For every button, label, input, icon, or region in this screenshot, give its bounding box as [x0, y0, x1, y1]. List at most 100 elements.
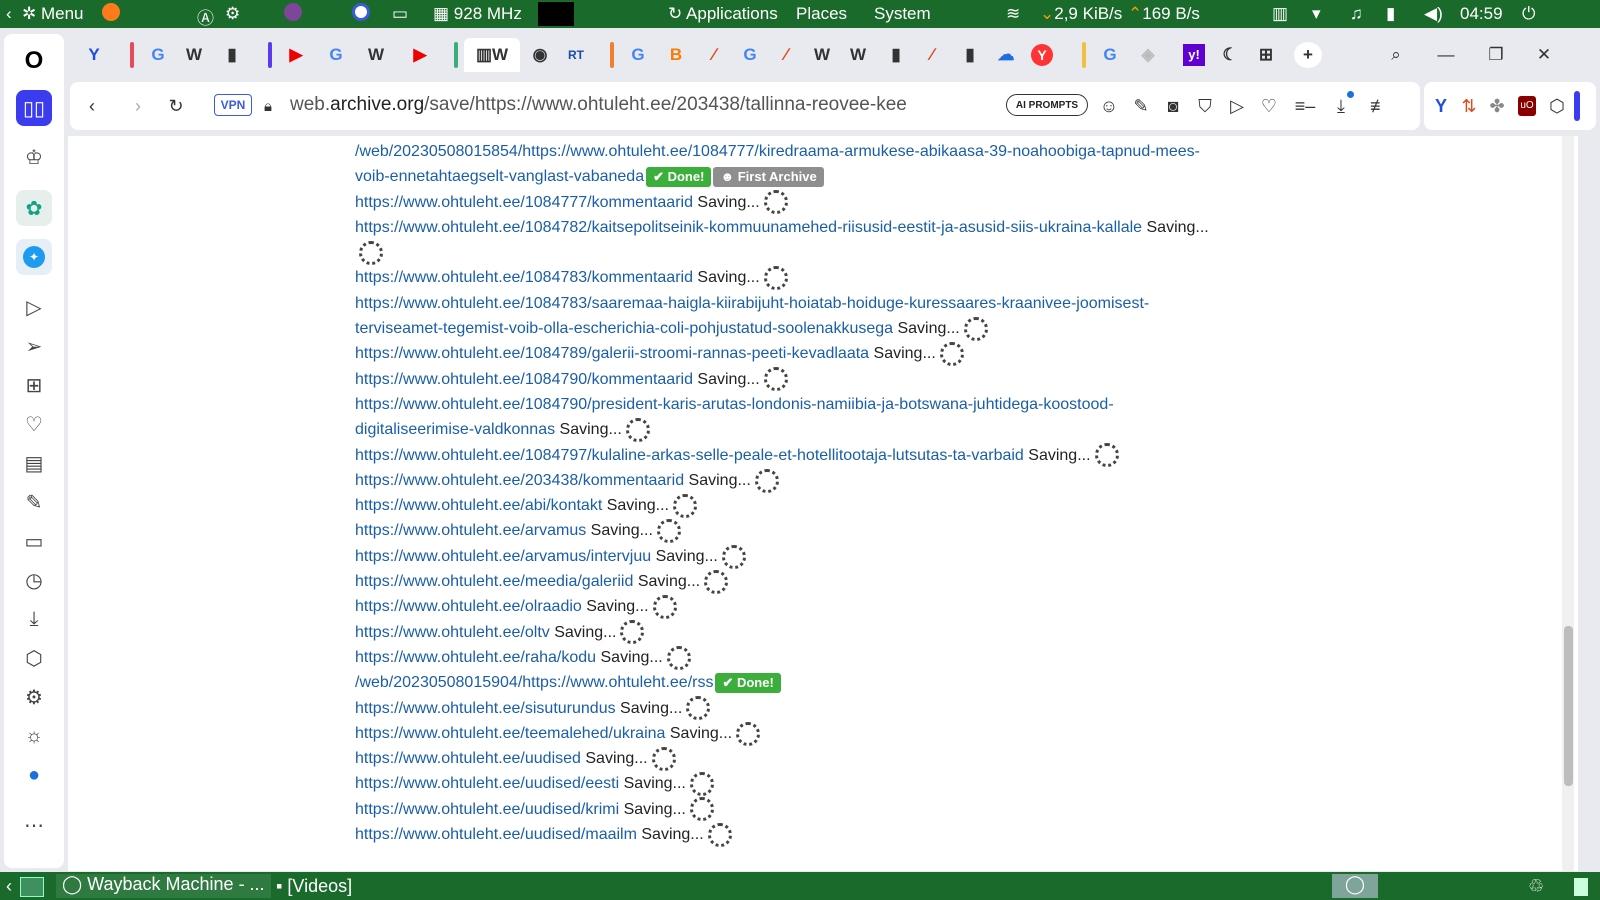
settings-icon[interactable]: ⚙	[225, 4, 240, 24]
extensions-cube-icon[interactable]: ⬡	[1546, 94, 1568, 118]
battery-icon[interactable]: ▮	[1386, 4, 1395, 24]
scrollbar[interactable]	[1562, 136, 1574, 871]
notifications-icon[interactable]: ♫	[1350, 4, 1363, 24]
lock-icon[interactable]: 🔒︎	[258, 94, 278, 118]
archived-link[interactable]: https://www.ohtuleht.ee/arvamus	[355, 522, 586, 539]
tab-youtube[interactable]: ▶	[404, 38, 436, 72]
archived-link[interactable]: https://www.ohtuleht.ee/raha/kodu	[355, 649, 596, 666]
menu-button[interactable]: ✲ Menu	[22, 4, 84, 24]
system-menu[interactable]: System	[874, 4, 931, 24]
archived-link[interactable]: terviseamet-tegemist-voib-olla-escherich…	[355, 320, 893, 337]
tab-google[interactable]: G	[622, 38, 654, 72]
tab-yahoo[interactable]: y!	[1178, 38, 1210, 72]
downloads-icon[interactable]: ⤓	[1328, 91, 1354, 118]
trash-icon[interactable]: ♲	[1528, 876, 1544, 897]
reader-mode-icon[interactable]: ≡–	[1290, 94, 1320, 118]
archived-link[interactable]: https://www.ohtuleht.ee/olraadio	[355, 598, 582, 615]
extension-puzzle-icon[interactable]: ✤	[1486, 94, 1508, 118]
reload-button[interactable]: ↻	[164, 94, 188, 118]
chat-bubble-icon[interactable]: ●	[19, 760, 49, 790]
tor-icon[interactable]	[284, 3, 302, 26]
firefox-icon[interactable]	[102, 3, 120, 26]
tab-globe[interactable]: ◉	[524, 38, 556, 72]
taskbar-window-videos[interactable]: ▪ [Videos]	[276, 876, 352, 897]
easy-setup-icon[interactable]: ≢	[1366, 94, 1392, 118]
archived-link[interactable]: https://www.ohtuleht.ee/1084790/kommenta…	[355, 371, 693, 388]
archived-link[interactable]: /web/20230508015854/https://www.ohtuleht…	[355, 143, 1200, 160]
edit-page-icon[interactable]: ✎	[1130, 94, 1152, 118]
tab-rt[interactable]: RT	[560, 38, 592, 72]
archived-link[interactable]: https://www.ohtuleht.ee/1084783/saaremaa…	[355, 295, 1149, 312]
chatgpt-icon[interactable]: ✿	[16, 190, 52, 226]
archived-link[interactable]: https://www.ohtuleht.ee/1084790/presiden…	[355, 396, 1114, 413]
tab-document[interactable]: ▮	[954, 38, 986, 72]
archived-link[interactable]: https://www.ohtuleht.ee/uudised/maailm	[355, 826, 637, 843]
bookmark-heart-icon[interactable]: ♡	[1258, 94, 1280, 118]
history-icon[interactable]: ◷	[19, 565, 49, 595]
forward-button[interactable]: ›	[126, 94, 150, 118]
tab-wikipedia[interactable]: W	[360, 38, 392, 72]
workspace-indicator[interactable]	[1574, 878, 1588, 896]
more-options-icon[interactable]: ⋯	[19, 810, 49, 840]
scrollbar-thumb[interactable]	[1564, 626, 1573, 786]
close-window-button[interactable]: ✕	[1528, 38, 1560, 72]
taskbar-left-arrow-icon[interactable]: ‹	[6, 876, 12, 897]
accessibility-icon[interactable]: Ⓐ	[197, 4, 214, 29]
news-icon[interactable]: ▤	[19, 448, 49, 478]
emoji-icon[interactable]: ☺	[1098, 94, 1120, 118]
restore-button[interactable]: ❐	[1480, 38, 1512, 72]
extension-arrows-icon[interactable]: ⇅	[1458, 94, 1480, 118]
tab-pinned-y[interactable]: Y	[78, 38, 110, 72]
tab-document[interactable]: ▮	[880, 38, 912, 72]
archived-link[interactable]: https://www.ohtuleht.ee/uudised/eesti	[355, 775, 619, 792]
extensions-cube-icon[interactable]: ⬡	[19, 643, 49, 673]
opera-launcher-icon[interactable]	[352, 3, 370, 26]
tab-loading[interactable]: ☾	[1214, 38, 1246, 72]
snapshot-icon[interactable]: ◙	[1162, 94, 1184, 118]
tab-shield[interactable]: ◈	[1132, 38, 1164, 72]
volume-icon[interactable]: ◀)	[1424, 4, 1443, 24]
wifi-icon[interactable]: ▾	[1312, 4, 1321, 24]
archived-link[interactable]: https://www.ohtuleht.ee/uudised/krimi	[355, 801, 619, 818]
tab-document[interactable]: ▮	[216, 38, 248, 72]
new-tab-button[interactable]: +	[1294, 42, 1322, 68]
player-icon[interactable]: ▷	[19, 292, 49, 322]
clock[interactable]: 04:59	[1460, 4, 1503, 24]
tab-wikipedia[interactable]: W	[178, 38, 210, 72]
tab-wikipedia[interactable]: W	[842, 38, 874, 72]
crown-icon[interactable]: ♔	[19, 142, 49, 172]
tab-cloud[interactable]: ☁	[990, 38, 1022, 72]
tab-google[interactable]: G	[1094, 38, 1126, 72]
archived-link[interactable]: https://www.ohtuleht.ee/1084782/kaitsepo…	[355, 219, 1142, 236]
archived-link[interactable]: https://www.ohtuleht.ee/1084797/kulaline…	[355, 447, 1024, 464]
downloads-icon[interactable]: ⤓	[19, 604, 49, 634]
archived-link[interactable]: digitaliseerimise-valdkonnas	[355, 421, 555, 438]
tab-pen[interactable]: ∕	[698, 38, 730, 72]
archived-link[interactable]: https://www.ohtuleht.ee/oltv	[355, 624, 550, 641]
workspace-switcher[interactable]: ◯	[1332, 874, 1378, 898]
archived-link[interactable]: https://www.ohtuleht.ee/teemalehed/ukrai…	[355, 725, 665, 742]
tab-pen[interactable]: ∕	[916, 38, 948, 72]
show-desktop-icon[interactable]	[20, 877, 44, 897]
my-flow-icon[interactable]: ▯▯	[16, 90, 52, 126]
search-tabs-icon[interactable]: ⌕	[1380, 38, 1412, 72]
tab-active-wayback[interactable]: ▥ W	[464, 38, 520, 72]
lightbulb-icon[interactable]: ☼	[19, 721, 49, 751]
tab-pen[interactable]: ∕	[770, 38, 802, 72]
extension-y-icon[interactable]: Y	[1430, 94, 1452, 118]
archived-link[interactable]: /web/20230508015904/https://www.ohtuleht…	[355, 674, 713, 691]
tab-google[interactable]: G	[320, 38, 352, 72]
back-button[interactable]: ‹	[80, 94, 104, 118]
send-icon[interactable]: ➢	[19, 331, 49, 361]
tab-blogger[interactable]: B	[660, 38, 692, 72]
archived-link[interactable]: https://www.ohtuleht.ee/1084777/kommenta…	[355, 194, 693, 211]
tabs-icon[interactable]: ▭	[19, 526, 49, 556]
twitter-icon[interactable]: ✦	[16, 239, 52, 275]
tab-yandex[interactable]: Y	[1026, 38, 1058, 72]
archived-link[interactable]: https://www.ohtuleht.ee/abi/kontakt	[355, 497, 602, 514]
minimize-button[interactable]: —	[1430, 38, 1462, 72]
archived-link[interactable]: https://www.ohtuleht.ee/1084783/kommenta…	[355, 269, 693, 286]
terminal-icon[interactable]: ▭	[392, 4, 408, 24]
apps-grid-icon[interactable]: ⊞	[19, 370, 49, 400]
archived-link[interactable]: voib-ennetahtaegselt-vanglast-vabaneda	[355, 168, 644, 185]
